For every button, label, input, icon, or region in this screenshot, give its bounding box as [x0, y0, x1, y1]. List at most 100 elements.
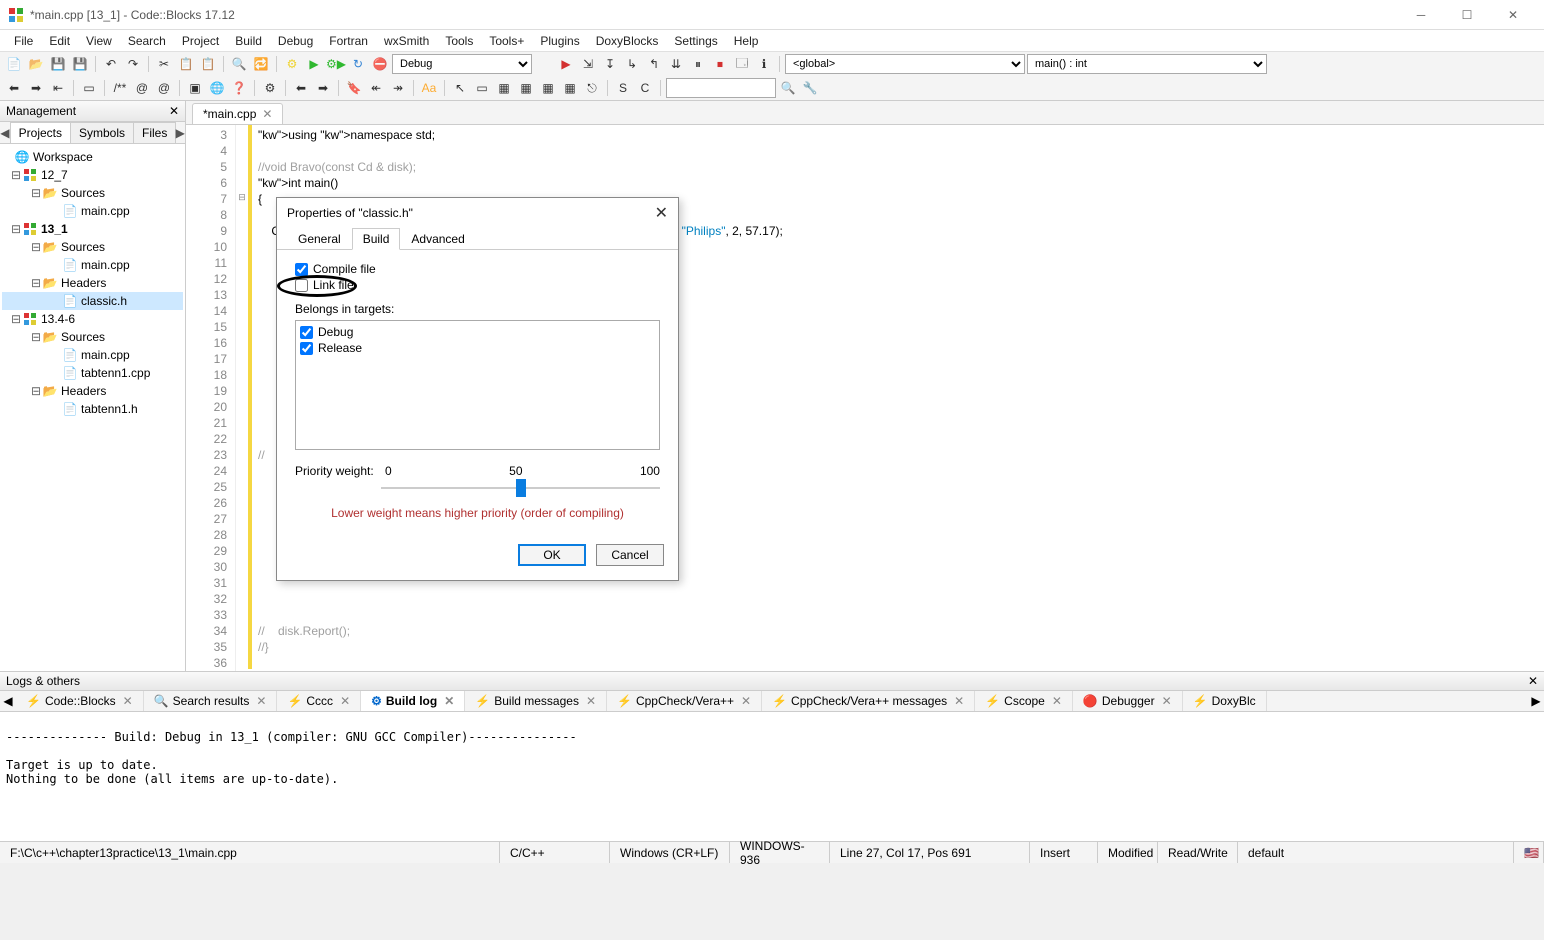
menu-help[interactable]: Help	[726, 32, 767, 50]
search-opts-icon[interactable]: 🔧	[800, 78, 820, 98]
cut-icon[interactable]: ✂	[154, 54, 174, 74]
log-tab-debugger[interactable]: 🔴Debugger✕	[1073, 691, 1183, 711]
tab-general[interactable]: General	[287, 228, 352, 250]
expand-icon[interactable]: ⊟	[10, 312, 22, 326]
bookmark-icon[interactable]: 🔖	[344, 78, 364, 98]
logs-next-icon[interactable]: ▶	[1528, 694, 1544, 708]
folder-name[interactable]: Sources	[61, 186, 105, 200]
workspace-label[interactable]: Workspace	[33, 150, 93, 164]
rebuild-icon[interactable]: ↻	[348, 54, 368, 74]
menu-toolsplus[interactable]: Tools+	[481, 32, 532, 50]
project-tree[interactable]: 🌐Workspace ⊟12_7 ⊟📂Sources 📄main.cpp ⊟13…	[0, 144, 185, 671]
grid2-icon[interactable]: ▦	[516, 78, 536, 98]
box-icon[interactable]: ▭	[472, 78, 492, 98]
next-instr-icon[interactable]: ⇊	[666, 54, 686, 74]
targets-list[interactable]: Debug Release	[295, 320, 660, 450]
doxy-icon[interactable]: @	[132, 78, 152, 98]
log-tab-codeblocks[interactable]: ⚡Code::Blocks✕	[16, 691, 144, 711]
new-file-icon[interactable]: 📄	[4, 54, 24, 74]
tab-close-icon[interactable]: ✕	[1162, 694, 1172, 708]
nav-back-icon[interactable]: ⬅	[4, 78, 24, 98]
save-all-icon[interactable]: 💾	[70, 54, 90, 74]
expand-icon[interactable]: ⊟	[10, 222, 22, 236]
file-name[interactable]: classic.h	[81, 294, 127, 308]
file-name[interactable]: tabtenn1.h	[81, 402, 138, 416]
expand-icon[interactable]: ⊟	[30, 384, 42, 398]
editor-tab[interactable]: *main.cpp ✕	[192, 103, 283, 124]
tab-close-icon[interactable]: ✕	[123, 694, 133, 708]
close-button[interactable]: ✕	[1490, 0, 1536, 30]
run-to-cursor-icon[interactable]: ⇲	[578, 54, 598, 74]
file-name[interactable]: main.cpp	[81, 204, 130, 218]
menu-file[interactable]: File	[6, 32, 41, 50]
text-s-icon[interactable]: S	[613, 78, 633, 98]
menu-fortran[interactable]: Fortran	[321, 32, 376, 50]
arrow-right-icon[interactable]: ➡	[313, 78, 333, 98]
doxy-chm-icon[interactable]: ❓	[229, 78, 249, 98]
mgmt-prev-icon[interactable]: ◀	[0, 126, 10, 140]
logs-close-icon[interactable]: ✕	[1528, 674, 1538, 688]
slider-thumb[interactable]	[516, 479, 526, 497]
tab-close-icon[interactable]: ✕	[340, 694, 350, 708]
highlight-icon[interactable]: Aa	[419, 78, 439, 98]
file-name[interactable]: tabtenn1.cpp	[81, 366, 150, 380]
function-combo[interactable]: main() : int	[1027, 54, 1267, 74]
folder-name[interactable]: Sources	[61, 330, 105, 344]
grid3-icon[interactable]: ▦	[538, 78, 558, 98]
undo-icon[interactable]: ↶	[101, 54, 121, 74]
paste-icon[interactable]: 📋	[198, 54, 218, 74]
stop-icon[interactable]: ⏹	[710, 54, 730, 74]
mgmt-next-icon[interactable]: ▶	[175, 126, 185, 140]
menu-debug[interactable]: Debug	[270, 32, 321, 50]
save-icon[interactable]: 💾	[48, 54, 68, 74]
log-tab-cscope[interactable]: ⚡Cscope✕	[975, 691, 1073, 711]
tab-symbols[interactable]: Symbols	[70, 122, 134, 143]
search-go-icon[interactable]: 🔍	[778, 78, 798, 98]
fold-column[interactable]: ⊟	[236, 125, 248, 671]
comment-icon[interactable]: /**	[110, 78, 130, 98]
project-name[interactable]: 13.4-6	[41, 312, 75, 326]
tab-close-icon[interactable]: ✕	[444, 694, 454, 708]
menu-tools[interactable]: Tools	[437, 32, 481, 50]
logs-body[interactable]: -------------- Build: Debug in 13_1 (com…	[0, 712, 1544, 841]
build-run-icon[interactable]: ⚙▶	[326, 54, 346, 74]
doxy-html-icon[interactable]: 🌐	[207, 78, 227, 98]
step-out-icon[interactable]: ↰	[644, 54, 664, 74]
log-tab-cppcheckmsg[interactable]: ⚡CppCheck/Vera++ messages✕	[762, 691, 975, 711]
tab-build[interactable]: Build	[352, 228, 401, 250]
menu-edit[interactable]: Edit	[41, 32, 78, 50]
cancel-button[interactable]: Cancel	[596, 544, 664, 566]
menu-wxsmith[interactable]: wxSmith	[376, 32, 437, 50]
scope-combo[interactable]: <global>	[785, 54, 1025, 74]
ok-button[interactable]: OK	[518, 544, 586, 566]
menu-project[interactable]: Project	[174, 32, 227, 50]
find-icon[interactable]: 🔍	[229, 54, 249, 74]
nav-fwd-icon[interactable]: ➡	[26, 78, 46, 98]
log-tab-buildlog[interactable]: ⚙Build log✕	[361, 691, 465, 711]
menu-doxyblocks[interactable]: DoxyBlocks	[588, 32, 667, 50]
menu-plugins[interactable]: Plugins	[532, 32, 587, 50]
menu-settings[interactable]: Settings	[666, 32, 725, 50]
cursor-icon[interactable]: ↖	[450, 78, 470, 98]
menu-build[interactable]: Build	[227, 32, 270, 50]
tab-advanced[interactable]: Advanced	[400, 228, 475, 250]
expand-icon[interactable]: ⊟	[10, 168, 22, 182]
file-name[interactable]: main.cpp	[81, 258, 130, 272]
link-file-input[interactable]	[295, 279, 308, 292]
maximize-button[interactable]: ☐	[1444, 0, 1490, 30]
log-tab-search[interactable]: 🔍Search results✕	[144, 691, 278, 711]
log-tab-doxy[interactable]: ⚡DoxyBlc	[1183, 691, 1267, 711]
arrow-left-icon[interactable]: ⬅	[291, 78, 311, 98]
log-tab-cccc[interactable]: ⚡Cccc✕	[277, 691, 361, 711]
break-tool-icon[interactable]: ⎋	[582, 78, 602, 98]
nav-last-icon[interactable]: ⇤	[48, 78, 68, 98]
log-tab-cppcheck[interactable]: ⚡CppCheck/Vera++✕	[607, 691, 762, 711]
replace-icon[interactable]: 🔁	[251, 54, 271, 74]
file-name[interactable]: main.cpp	[81, 348, 130, 362]
project-name[interactable]: 12_7	[41, 168, 68, 182]
step-into-icon[interactable]: ↳	[622, 54, 642, 74]
grid4-icon[interactable]: ▦	[560, 78, 580, 98]
tab-close-icon[interactable]: ✕	[256, 694, 266, 708]
folder-name[interactable]: Headers	[61, 276, 106, 290]
priority-slider[interactable]	[381, 478, 660, 498]
